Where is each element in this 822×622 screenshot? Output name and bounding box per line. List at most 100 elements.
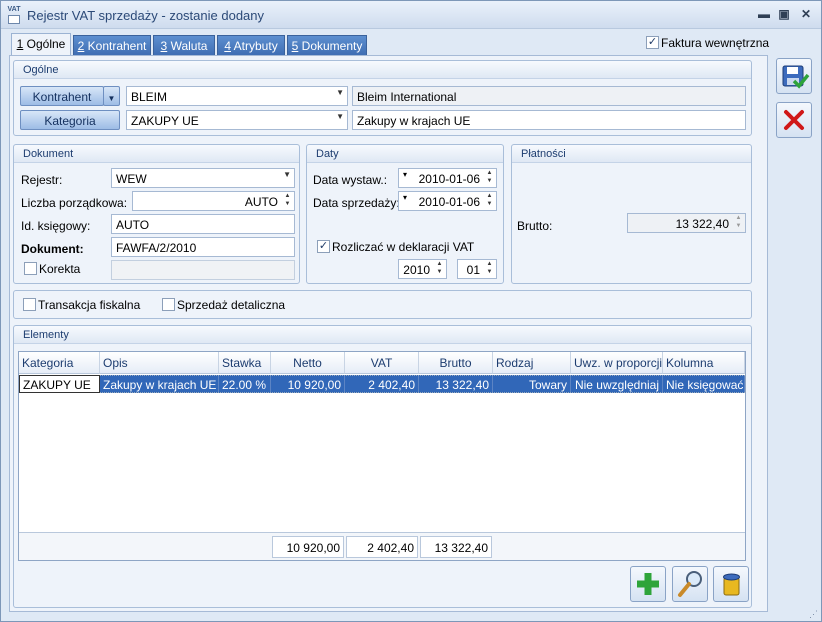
plus-icon — [637, 573, 659, 595]
korekta-label: Korekta — [39, 262, 81, 276]
sprzedaz-detaliczna-label: Sprzedaż detaliczna — [177, 298, 286, 312]
brutto-label: Brutto: — [517, 219, 553, 233]
dropdown-arrow-icon: ▼ — [336, 88, 344, 97]
col-kategoria[interactable]: Kategoria — [19, 352, 100, 374]
deklaracja-month-input[interactable]: 01 ▲ ▼ — [457, 259, 497, 279]
cell-brutto[interactable]: 13 322,40 — [419, 376, 493, 392]
sprzedaz-detaliczna-checkbox[interactable] — [162, 298, 175, 311]
transakcja-fiskalna-checkbox[interactable] — [23, 298, 36, 311]
vat-register-icon: VAT — [6, 6, 22, 24]
trash-bin-icon — [723, 573, 740, 596]
id-ksiegowy-input[interactable]: AUTO — [111, 214, 295, 234]
data-wystawienia-input[interactable]: ▾ 2010-01-06 ▲ ▼ — [398, 168, 497, 188]
dropdown-arrow-icon: ▼ — [336, 112, 344, 121]
korekta-field — [111, 260, 295, 280]
spinner-icon: ▲ ▼ — [735, 215, 742, 229]
kontrahent-button[interactable]: Kontrahent — [20, 86, 104, 106]
tab-atrybuty[interactable]: 4 Atrybuty — [217, 35, 285, 55]
cell-opis[interactable]: Zakupy w krajach UE — [100, 376, 219, 392]
col-vat[interactable]: VAT — [345, 352, 419, 374]
group-dokument: Dokument Rejestr: WEW ▼ Liczba porządkowa… — [13, 144, 300, 284]
kontrahent-dropdown-button[interactable]: ▼ — [103, 86, 120, 106]
data-wystawienia-label: Data wystaw.: — [313, 173, 388, 187]
kontrahent-name-field: Bleim International — [352, 86, 746, 106]
cancel-button[interactable] — [776, 102, 812, 138]
group-platnosci: Płatności Brutto: 13 322,40 ▲ ▼ — [511, 144, 752, 284]
spinner-icon: ▲ ▼ — [436, 261, 443, 275]
titlebar: VAT Rejestr VAT sprzedaży - zostanie dod… — [1, 1, 821, 29]
cancel-x-icon — [784, 110, 804, 130]
rejestr-select[interactable]: WEW ▼ — [111, 168, 295, 188]
dropdown-arrow-icon: ▼ — [283, 170, 291, 179]
group-dokument-header: Dokument — [14, 145, 299, 163]
data-sprzedazy-input[interactable]: ▾ 2010-01-06 ▲ ▼ — [398, 191, 497, 211]
save-floppy-icon — [782, 65, 810, 89]
spinner-icon: ▲ ▼ — [486, 261, 493, 275]
dokument-label: Dokument: — [21, 242, 84, 256]
liczba-porzadkowa-label: Liczba porządkowa: — [21, 196, 128, 210]
faktura-wewnetrzna-checkbox[interactable]: ✓ — [646, 36, 659, 49]
korekta-checkbox[interactable] — [24, 262, 37, 275]
cell-kolumna[interactable]: Nie księgować — [663, 376, 745, 392]
group-elementy-header: Elementy — [14, 326, 751, 344]
rozliczac-label: Rozliczać w deklaracji VAT — [332, 240, 475, 254]
col-opis[interactable]: Opis — [100, 352, 219, 374]
resize-grip-icon[interactable]: ⋰ — [809, 609, 818, 620]
calendar-dropdown-icon: ▾ — [403, 170, 408, 179]
minimize-icon[interactable]: ▬ — [757, 7, 771, 21]
group-platnosci-header: Płatności — [512, 145, 751, 163]
brutto-value-field: 13 322,40 ▲ ▼ — [627, 213, 746, 233]
spinner-icon: ▲ ▼ — [486, 170, 493, 184]
cell-vat[interactable]: 2 402,40 — [345, 376, 419, 392]
view-element-button[interactable] — [672, 566, 708, 602]
tab-dokumenty[interactable]: 5 Dokumenty — [287, 35, 367, 55]
transakcja-fiskalna-label: Transakcja fiskalna — [38, 298, 141, 312]
cell-netto[interactable]: 10 920,00 — [271, 376, 345, 392]
group-ogolne: Ogólne Kontrahent ▼ BLEIM ▼ Bleim Interna… — [13, 60, 752, 136]
rejestr-label: Rejestr: — [21, 173, 63, 187]
tab-content-ogolne: Ogólne Kontrahent ▼ BLEIM ▼ Bleim Interna… — [9, 55, 768, 612]
cell-uwz-proporcji[interactable]: Nie uwzględniaj — [571, 376, 663, 392]
col-brutto[interactable]: Brutto — [419, 352, 493, 374]
close-icon[interactable]: ✕ — [799, 7, 813, 21]
spinner-icon: ▲ ▼ — [284, 193, 291, 207]
maximize-icon[interactable]: ▣ — [777, 7, 791, 21]
kategoria-desc-input[interactable]: Zakupy w krajach UE — [352, 110, 746, 130]
liczba-porzadkowa-input[interactable]: AUTO ▲ ▼ — [132, 191, 295, 211]
col-netto[interactable]: Netto — [271, 352, 345, 374]
delete-element-button[interactable] — [713, 566, 749, 602]
rozliczac-checkbox[interactable]: ✓ — [317, 240, 330, 253]
group-flags: Transakcja fiskalna Sprzedaż detaliczna — [13, 290, 752, 319]
cell-stawka[interactable]: 22.00 % — [219, 376, 271, 392]
chevron-down-icon: ▼ — [107, 94, 116, 103]
tab-kontrahent[interactable]: 2 Kontrahent — [73, 35, 151, 55]
save-button[interactable] — [776, 58, 812, 94]
group-ogolne-header: Ogólne — [14, 61, 751, 79]
table-footer: 10 920,00 2 402,40 13 322,40 — [19, 532, 745, 560]
magnifier-icon — [678, 571, 702, 597]
add-element-button[interactable] — [630, 566, 666, 602]
group-daty-header: Daty — [307, 145, 503, 163]
total-brutto: 13 322,40 — [420, 536, 492, 558]
tab-waluta[interactable]: 3 Waluta — [153, 35, 215, 55]
window: VAT Rejestr VAT sprzedaży - zostanie dod… — [0, 0, 822, 622]
id-ksiegowy-label: Id. księgowy: — [21, 219, 91, 233]
col-rodzaj[interactable]: Rodzaj — [493, 352, 571, 374]
tab-ogolne[interactable]: 1 Ogólne — [11, 33, 71, 56]
calendar-dropdown-icon: ▾ — [403, 193, 408, 202]
elementy-table: Kategoria Opis Stawka Netto VAT Brutto R… — [18, 351, 746, 561]
cell-kategoria[interactable]: ZAKUPY UE — [19, 375, 100, 393]
col-uwz-proporcji[interactable]: Uwz. w proporcji — [571, 352, 663, 374]
table-row[interactable]: ZAKUPY UE Zakupy w krajach UE 22.00 % 10… — [19, 375, 745, 393]
window-title: Rejestr VAT sprzedaży - zostanie dodany — [27, 8, 265, 23]
kategoria-button[interactable]: Kategoria — [20, 110, 120, 130]
col-stawka[interactable]: Stawka — [219, 352, 271, 374]
data-sprzedazy-label: Data sprzedaży: — [313, 196, 400, 210]
kategoria-code-input[interactable]: ZAKUPY UE ▼ — [126, 110, 348, 130]
kontrahent-code-input[interactable]: BLEIM ▼ — [126, 86, 348, 106]
col-kolumna[interactable]: Kolumna — [663, 352, 745, 374]
dokument-number-input[interactable]: FAWFA/2/2010 — [111, 237, 295, 257]
deklaracja-year-input[interactable]: 2010 ▲ ▼ — [398, 259, 447, 279]
cell-rodzaj[interactable]: Towary — [493, 376, 571, 392]
spinner-icon: ▲ ▼ — [486, 193, 493, 207]
